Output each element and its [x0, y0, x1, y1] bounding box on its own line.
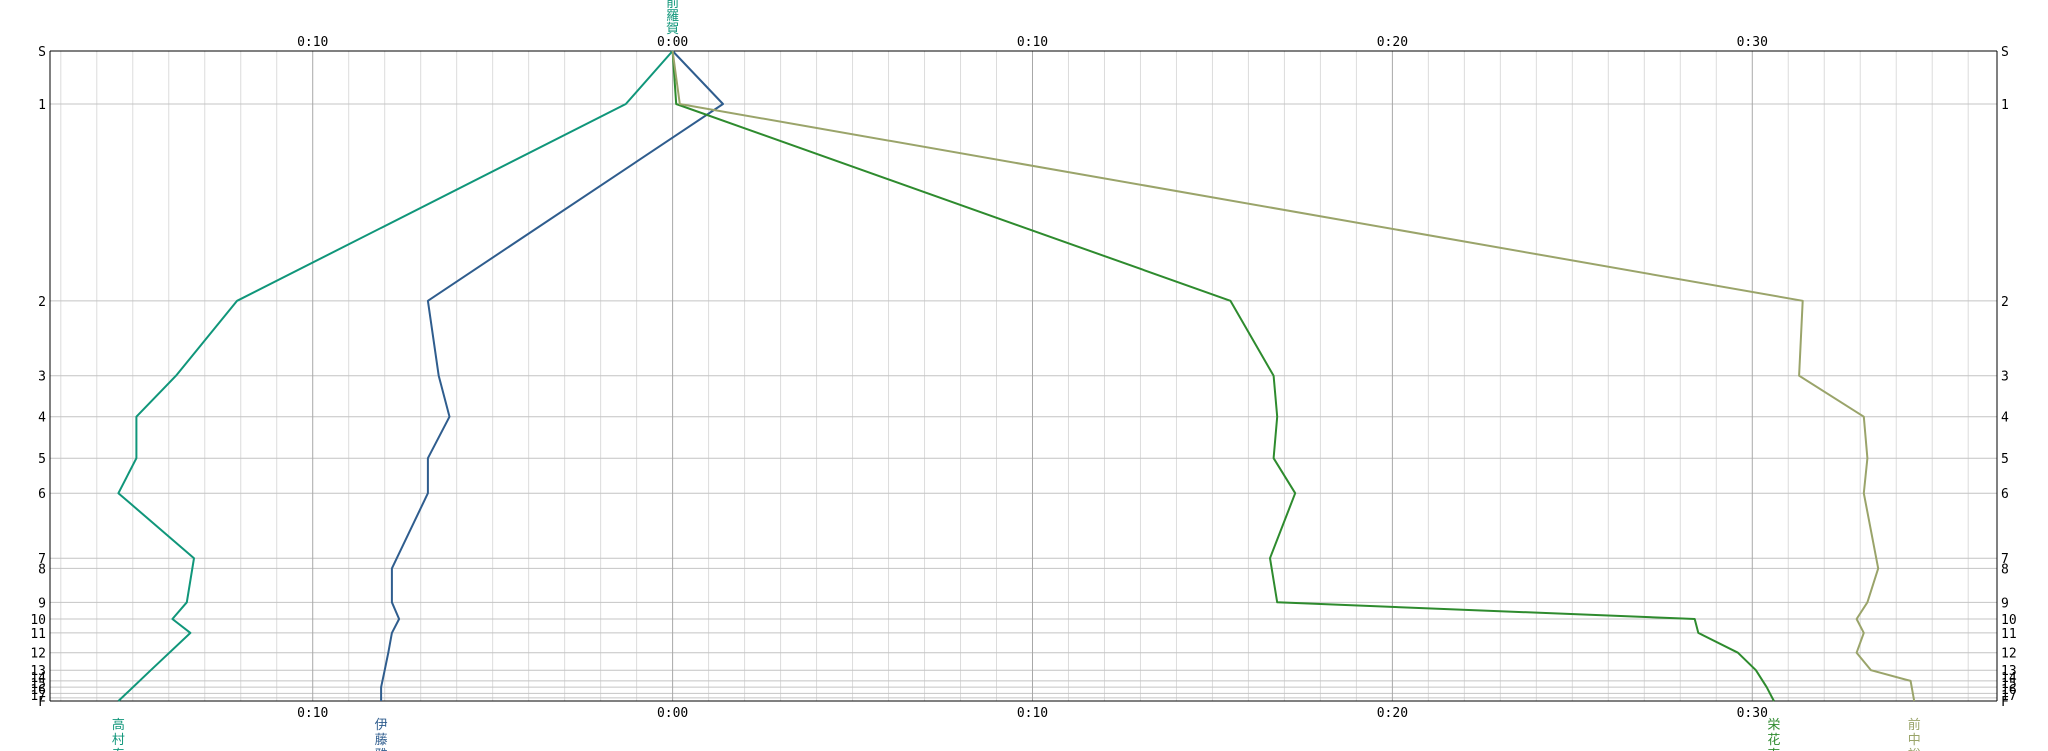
x-tick-label-top: 0:30: [1737, 35, 1768, 50]
control-label-left: 3: [38, 370, 46, 385]
control-label-left: F: [38, 695, 46, 710]
control-label-right: 5: [2001, 452, 2009, 467]
series-name-label: 中: [1908, 733, 1921, 748]
series-name-label: 高: [112, 717, 125, 733]
x-tick-label-bottom: 0:20: [1377, 706, 1408, 721]
x-tick-label-bottom: 0:00: [657, 706, 688, 721]
control-label-left: 10: [30, 613, 46, 628]
control-label-right: F: [2001, 695, 2009, 710]
tick-labels: 0:10 0:10 0:00 0:00 0:10 0:10 0:20 0:20 0:30 0:30…: [30, 35, 2016, 721]
x-tick-label-bottom: 0:30: [1737, 706, 1768, 721]
control-label-right: 10: [2001, 613, 2017, 628]
split-time-chart: 0:10 0:10 0:00 0:00 0:10 0:10 0:20 0:20 0:30 0:30…: [30, 0, 2016, 751]
series-name-label: 前: [1908, 717, 1921, 733]
series-name-label: 伊: [375, 718, 388, 733]
control-label-left: 9: [38, 596, 46, 611]
control-label-left: 2: [38, 295, 46, 310]
control-label-left: 5: [38, 452, 46, 467]
control-label-right: 11: [2001, 627, 2017, 642]
control-label-right: 1: [2001, 98, 2009, 113]
series-name-label: 藤: [375, 733, 388, 748]
control-label-right: 8: [2001, 562, 2009, 577]
control-label-right: 6: [2001, 487, 2009, 502]
control-label-right: 4: [2001, 411, 2009, 426]
control-label-right: S: [2001, 45, 2009, 60]
x-tick-label-bottom: 0:10: [1017, 706, 1048, 721]
control-label-left: 6: [38, 487, 46, 502]
control-label-right: 9: [2001, 596, 2009, 611]
x-tick-label-top: 0:10: [1017, 35, 1048, 50]
x-tick-label-top: 0:00: [657, 35, 688, 50]
origin-label: 賀: [666, 22, 679, 37]
series-name-label: 村: [112, 733, 125, 748]
control-label-right: 12: [2001, 647, 2017, 662]
control-label-left: 4: [38, 411, 46, 426]
control-label-right: 3: [2001, 370, 2009, 385]
control-label-left: 8: [38, 562, 46, 577]
x-tick-label-bottom: 0:10: [297, 706, 328, 721]
control-label-left: 1: [38, 98, 46, 113]
x-tick-label-top: 0:20: [1377, 35, 1408, 50]
control-label-right: 2: [2001, 295, 2009, 310]
series-name-label: 花: [1767, 732, 1780, 748]
grid-minor: [50, 50, 1997, 702]
control-label-left: S: [38, 45, 46, 60]
series-name-label: 栄: [1767, 718, 1780, 733]
control-label-left: 11: [30, 627, 46, 642]
control-label-left: 12: [30, 647, 46, 662]
x-tick-label-top: 0:10: [297, 35, 328, 50]
